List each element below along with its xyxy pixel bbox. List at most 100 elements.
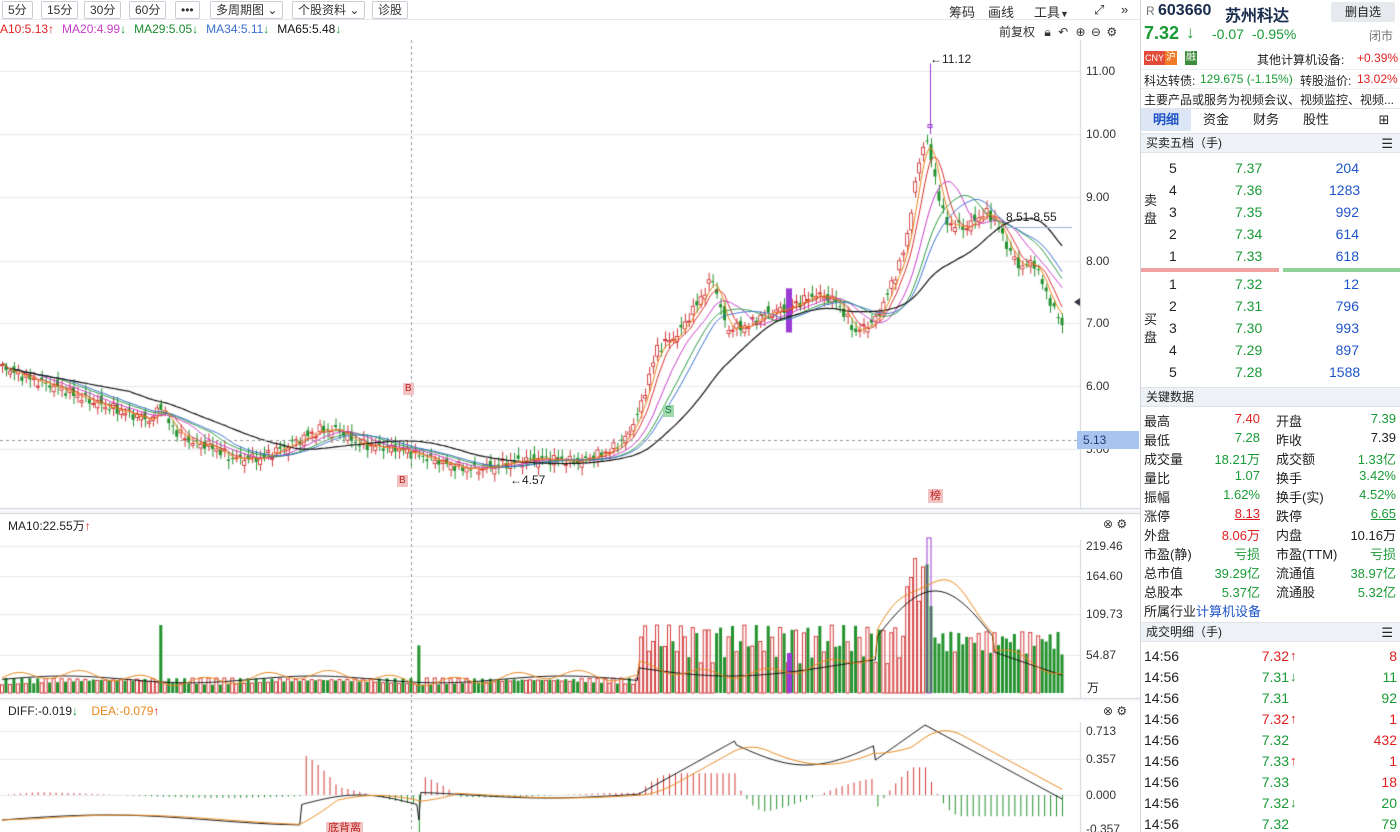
lock-icon[interactable]: 🔒︎	[1044, 25, 1050, 39]
settings-icon[interactable]: ⚙	[1116, 517, 1127, 531]
chart-header-tools: 前复权 🔒︎ ↶ ⊕ ⊖ ⚙	[999, 23, 1117, 40]
collapse-panel-icon[interactable]: »	[1121, 2, 1128, 17]
macd-tick-label: 0.000	[1086, 788, 1117, 802]
ma-legend-item: MA29:5.05↓	[134, 22, 199, 36]
stock-info-dropdown[interactable]: 个股资料 ⌄	[292, 1, 366, 19]
key-data-label: 成交量	[1144, 452, 1184, 467]
key-data-value: 1.62%	[1223, 487, 1260, 502]
key-data-header: 关键数据	[1141, 387, 1400, 407]
diagnose-button[interactable]: 诊股	[372, 1, 409, 19]
key-data-label: 跌停	[1276, 509, 1303, 524]
remove-watchlist-button[interactable]: 删自选	[1331, 2, 1395, 22]
zoom-out-icon[interactable]: ⊖	[1091, 25, 1101, 39]
key-data-value: 39.29亿	[1214, 566, 1260, 581]
key-data-label: 开盘	[1276, 414, 1303, 429]
last-price: 7.32	[1144, 23, 1180, 43]
trade-row: 14:56 7.31 ↓ 11	[1144, 669, 1397, 685]
volume-tick-label: 219.46	[1086, 539, 1123, 553]
tools-label: 工具	[1034, 5, 1061, 20]
settings-icon[interactable]: ⚙	[1116, 704, 1127, 718]
quote-panel: R 603660 苏州科达 删自选 7.32 ↓ -0.07 -0.95% 闭市…	[1140, 0, 1400, 832]
tab-finance[interactable]: 财务	[1241, 109, 1291, 131]
period-5min-button[interactable]: 5分	[2, 1, 33, 19]
bid-level-row[interactable]: 2 7.31 796	[1141, 295, 1400, 317]
chips-button[interactable]: 筹码	[949, 2, 975, 21]
key-data-value: 1.07	[1234, 468, 1260, 483]
macd-panel-title: DIFF:-0.019↓ DEA:-0.079↑	[8, 704, 160, 718]
fullscreen-icon[interactable]: ⤢	[1094, 2, 1104, 18]
key-data-value: 亏损	[1369, 547, 1396, 562]
trade-row: 14:56 7.33 ↑ 1	[1144, 753, 1397, 769]
period-30min-button[interactable]: 30分	[84, 1, 122, 19]
ask-level-row[interactable]: 1 7.33 618	[1141, 245, 1400, 267]
kline-canvas[interactable]	[0, 0, 1140, 832]
caret-down-icon: ▼	[1060, 9, 1069, 19]
industry-sector-row: 所属行业计算机设备	[1144, 604, 1262, 619]
crosshair-price-label: 5.13	[1077, 431, 1139, 449]
tab-stock-nature[interactable]: 股性	[1291, 109, 1341, 131]
key-data-value: 10.16万	[1350, 528, 1396, 543]
menu-icon[interactable]: ☰	[1381, 623, 1393, 642]
price-tick-label: 7.00	[1086, 316, 1110, 330]
tab-detail[interactable]: 明细	[1141, 109, 1191, 131]
ask-level-row[interactable]: 4 7.36 1283	[1141, 179, 1400, 201]
key-data-label: 换手(实)	[1276, 490, 1324, 505]
zoom-in-icon[interactable]: ⊕	[1076, 25, 1086, 39]
menu-icon[interactable]: ☰	[1381, 134, 1393, 153]
bid-level-row[interactable]: 5 7.28 1588	[1141, 361, 1400, 383]
trade-row: 14:56 7.32 ↓ 20	[1144, 795, 1397, 811]
ma-legend-item: MA65:5.48↓	[277, 22, 342, 36]
more-periods-button[interactable]: •••	[175, 1, 200, 19]
trade-row: 14:56 7.32 ↑ 8	[1144, 648, 1397, 664]
ma-legend-item: MA20:4.99↓	[62, 22, 127, 36]
ask-level-row[interactable]: 5 7.37 204	[1141, 157, 1400, 179]
trade-row: 14:56 7.32 79	[1144, 816, 1397, 832]
key-data-value: 6.65	[1370, 506, 1396, 521]
key-data-value: 亏损	[1233, 547, 1260, 562]
tools-dropdown[interactable]: 工具▼	[1034, 2, 1069, 21]
business-row: 主要产品或服务为视频会议、视频监控、视频...	[1141, 88, 1400, 107]
undo-icon[interactable]: ↶	[1058, 25, 1068, 39]
key-data-value: 8.06万	[1221, 528, 1260, 543]
layout-icon[interactable]: ⊞	[1369, 109, 1399, 131]
key-data-label: 外盘	[1144, 528, 1171, 543]
ma-legend-item: A10:5.13↑	[0, 22, 55, 36]
buy-signal-upper[interactable]: B	[403, 383, 414, 395]
period-60min-button[interactable]: 60分	[129, 1, 167, 19]
close-icon[interactable]: ⊗	[1103, 517, 1113, 531]
ask-level-row[interactable]: 2 7.34 614	[1141, 223, 1400, 245]
price-change-pct: -0.95%	[1252, 26, 1297, 42]
chart-toolbar: 5分 15分 30分 60分 ••• 多周期图 ⌄ 个股资料 ⌄ 诊股 筹码 画…	[0, 0, 1140, 20]
annotation-range: 8.51-8.55	[1006, 210, 1057, 224]
bid-level-row[interactable]: 3 7.30 993	[1141, 317, 1400, 339]
sell-signal[interactable]: S	[663, 405, 674, 417]
ask-bid-divider	[1141, 268, 1400, 272]
bid-level-row[interactable]: 1 7.32 12	[1141, 273, 1400, 295]
multi-period-dropdown[interactable]: 多周期图 ⌄	[210, 1, 284, 19]
settings-icon[interactable]: ⚙	[1106, 25, 1117, 39]
bid-level-row[interactable]: 4 7.29 897	[1141, 339, 1400, 361]
margin-badge: 融	[1185, 51, 1197, 65]
ask-level-row[interactable]: 3 7.35 992	[1141, 201, 1400, 223]
ma-legend: A10:5.13↑ MA20:4.99↓ MA29:5.05↓ MA34:5.11↓ M…	[0, 22, 357, 40]
adjust-mode-button[interactable]: 前复权	[999, 25, 1035, 39]
trade-detail-header: 成交明细（手) ☰	[1141, 622, 1400, 642]
period-15min-button[interactable]: 15分	[41, 1, 79, 19]
market-status: 闭市	[1369, 29, 1394, 43]
close-icon[interactable]: ⊗	[1103, 704, 1113, 718]
bond-value: 129.675 (-1.15%)	[1200, 72, 1293, 86]
buy-signal-lower[interactable]: B	[397, 475, 408, 487]
multi-period-label: 多周期图	[216, 3, 265, 17]
price-change: -0.07	[1212, 26, 1244, 42]
industry-sector-link[interactable]: 计算机设备	[1196, 604, 1261, 619]
tab-funds[interactable]: 资金	[1191, 109, 1241, 131]
premium-value: 13.02%	[1357, 72, 1398, 86]
industry-link[interactable]: 其他计算机设备:	[1257, 51, 1344, 68]
rank-badge[interactable]: 榜	[928, 489, 943, 503]
key-data-label: 内盘	[1276, 528, 1303, 543]
draw-line-button[interactable]: 画线	[988, 2, 1014, 21]
chart-area[interactable]: 5分 15分 30分 60分 ••• 多周期图 ⌄ 个股资料 ⌄ 诊股 筹码 画…	[0, 0, 1140, 832]
volume-panel-title: MA10:22.55万↑	[8, 519, 91, 533]
key-data-label: 涨停	[1144, 509, 1171, 524]
price-row: 7.32 ↓ -0.07 -0.95% 闭市	[1141, 23, 1400, 45]
